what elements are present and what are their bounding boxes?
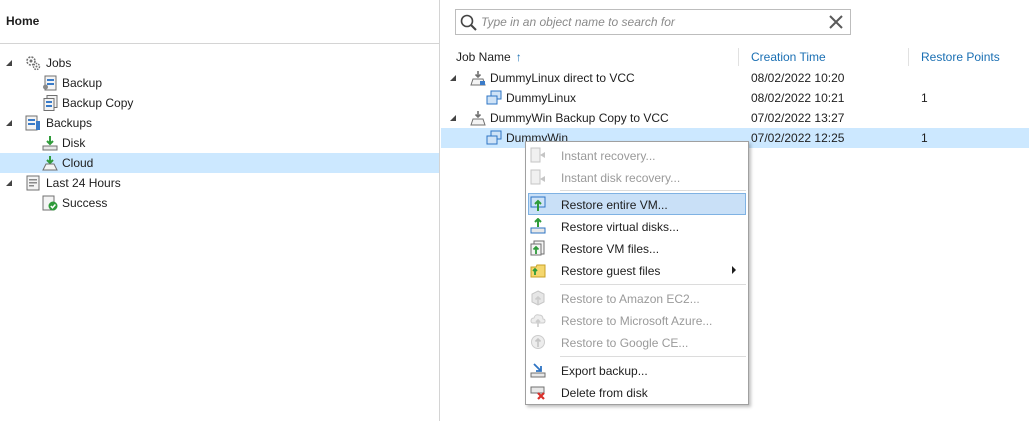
restore-entire-vm-icon bbox=[530, 196, 546, 211]
tree-item-disk[interactable]: Disk bbox=[0, 133, 439, 153]
table-row[interactable]: DummyLinux direct to VCC 08/02/2022 10:2… bbox=[441, 68, 1029, 88]
table-row[interactable]: DummyLinux 08/02/2022 10:21 1 bbox=[441, 88, 1029, 108]
backup-copy-job-icon bbox=[470, 111, 486, 126]
navigation-tree: Jobs Backup Backup Copy Backups Disk Clo… bbox=[0, 53, 439, 213]
table-row[interactable]: DummyWin Backup Copy to VCC 07/02/2022 1… bbox=[441, 108, 1029, 128]
creation-time-cell: 07/02/2022 12:25 bbox=[751, 131, 845, 145]
search-box bbox=[455, 9, 851, 35]
menu-item-label: Instant disk recovery... bbox=[561, 171, 681, 185]
job-name-cell: DummyLinux direct to VCC bbox=[490, 71, 635, 85]
collapse-arrow-icon[interactable] bbox=[5, 118, 15, 128]
success-icon bbox=[42, 195, 58, 211]
navigation-title: Home bbox=[6, 14, 40, 28]
menu-item-restore-vm-files[interactable]: Restore VM files... bbox=[528, 237, 746, 259]
tree-item-backup[interactable]: Backup bbox=[0, 73, 439, 93]
tree-item-jobs[interactable]: Jobs bbox=[0, 53, 439, 73]
tree-item-label: Disk bbox=[62, 136, 86, 150]
backup-job-icon bbox=[43, 75, 57, 91]
menu-separator bbox=[560, 190, 746, 191]
last-24-hours-icon bbox=[26, 175, 40, 191]
menu-item-label: Export backup... bbox=[561, 364, 648, 378]
delete-from-disk-icon bbox=[530, 386, 545, 400]
menu-item-restore-to-microsoft-azure[interactable]: Restore to Microsoft Azure... bbox=[528, 309, 746, 331]
search-icon bbox=[460, 14, 477, 31]
vm-icon bbox=[486, 90, 502, 105]
menu-item-export-backup[interactable]: Export backup... bbox=[528, 359, 746, 381]
menu-separator bbox=[560, 284, 746, 285]
restore-guest-files-icon bbox=[530, 264, 546, 278]
tree-item-label: Backups bbox=[46, 116, 93, 130]
menu-item-restore-entire-vm[interactable]: Restore entire VM... bbox=[528, 193, 746, 215]
column-header-job-name[interactable]: Job Name ↑ bbox=[456, 50, 522, 64]
collapse-arrow-icon[interactable] bbox=[449, 113, 459, 123]
instant-disk-recovery-icon bbox=[530, 169, 545, 185]
menu-item-instant-disk-recovery[interactable]: Instant disk recovery... bbox=[528, 166, 746, 188]
column-header-creation-time[interactable]: Creation Time bbox=[751, 50, 826, 64]
tree-item-label: Jobs bbox=[46, 56, 72, 70]
restore-vm-files-icon bbox=[530, 240, 545, 256]
jobs-gear-icon bbox=[26, 56, 41, 71]
collapse-arrow-icon[interactable] bbox=[449, 73, 459, 83]
tree-item-label: Last 24 Hours bbox=[46, 176, 121, 190]
backup-job-icon bbox=[470, 71, 486, 86]
search-input[interactable] bbox=[481, 13, 811, 31]
tree-item-backup-copy[interactable]: Backup Copy bbox=[0, 93, 439, 113]
context-menu: Instant recovery... Instant disk recover… bbox=[525, 141, 749, 405]
sort-ascending-icon: ↑ bbox=[515, 50, 522, 64]
tree-item-label: Success bbox=[62, 196, 108, 210]
job-name-cell: DummyLinux bbox=[506, 91, 577, 105]
google-ce-icon bbox=[531, 335, 545, 349]
menu-item-restore-to-google-ce[interactable]: Restore to Google CE... bbox=[528, 331, 746, 353]
cloud-repository-icon bbox=[42, 156, 58, 171]
restore-virtual-disks-icon bbox=[530, 218, 546, 234]
menu-item-restore-guest-files[interactable]: Restore guest files bbox=[528, 259, 746, 281]
backup-copy-job-icon bbox=[43, 95, 58, 111]
menu-item-restore-virtual-disks[interactable]: Restore virtual disks... bbox=[528, 215, 746, 237]
job-name-cell: DummyWin Backup Copy to VCC bbox=[490, 111, 669, 125]
navigation-header: Home bbox=[0, 0, 439, 44]
menu-item-label: Restore virtual disks... bbox=[561, 220, 680, 234]
amazon-ec2-icon bbox=[531, 290, 545, 306]
tree-item-success[interactable]: Success bbox=[0, 193, 439, 213]
vm-icon bbox=[486, 130, 502, 145]
tree-item-label: Backup bbox=[62, 76, 103, 90]
clear-search-icon[interactable] bbox=[828, 14, 844, 30]
export-backup-icon bbox=[530, 363, 546, 378]
restore-points-cell: 1 bbox=[921, 91, 928, 105]
collapse-arrow-icon[interactable] bbox=[5, 58, 15, 68]
collapse-arrow-icon[interactable] bbox=[5, 178, 15, 188]
disk-icon bbox=[42, 136, 58, 151]
menu-item-label: Restore VM files... bbox=[561, 242, 660, 256]
column-header-restore-points[interactable]: Restore Points bbox=[921, 50, 1000, 64]
instant-recovery-icon bbox=[530, 147, 545, 163]
tree-item-label: Backup Copy bbox=[62, 96, 134, 110]
navigation-pane: Home Jobs Backup Backup Copy Backups Dis… bbox=[0, 0, 440, 421]
tree-item-label: Cloud bbox=[62, 156, 94, 170]
menu-item-delete-from-disk[interactable]: Delete from disk bbox=[528, 381, 746, 403]
backups-icon bbox=[25, 115, 40, 131]
menu-item-instant-recovery[interactable]: Instant recovery... bbox=[528, 144, 746, 166]
menu-item-label: Restore to Google CE... bbox=[561, 336, 689, 350]
microsoft-azure-icon bbox=[530, 314, 546, 327]
column-separator[interactable] bbox=[908, 48, 909, 66]
creation-time-cell: 08/02/2022 10:21 bbox=[751, 91, 845, 105]
tree-item-last-24-hours[interactable]: Last 24 Hours bbox=[0, 173, 439, 193]
submenu-arrow-icon bbox=[732, 266, 736, 274]
menu-item-restore-to-amazon-ec2[interactable]: Restore to Amazon EC2... bbox=[528, 287, 746, 309]
menu-item-label: Delete from disk bbox=[561, 386, 648, 400]
menu-item-label: Instant recovery... bbox=[561, 149, 656, 163]
menu-item-label: Restore guest files bbox=[561, 264, 661, 278]
creation-time-cell: 08/02/2022 10:20 bbox=[751, 71, 845, 85]
tree-item-cloud[interactable]: Cloud bbox=[0, 153, 439, 173]
menu-separator bbox=[560, 356, 746, 357]
creation-time-cell: 07/02/2022 13:27 bbox=[751, 111, 845, 125]
column-header-label: Job Name bbox=[456, 50, 511, 64]
menu-item-label: Restore to Amazon EC2... bbox=[561, 292, 700, 306]
column-separator[interactable] bbox=[738, 48, 739, 66]
tree-item-backups[interactable]: Backups bbox=[0, 113, 439, 133]
menu-item-label: Restore to Microsoft Azure... bbox=[561, 314, 713, 328]
restore-points-cell: 1 bbox=[921, 131, 928, 145]
menu-item-label: Restore entire VM... bbox=[561, 198, 668, 212]
grid-header: Job Name ↑ Creation Time Restore Points bbox=[441, 44, 1029, 68]
